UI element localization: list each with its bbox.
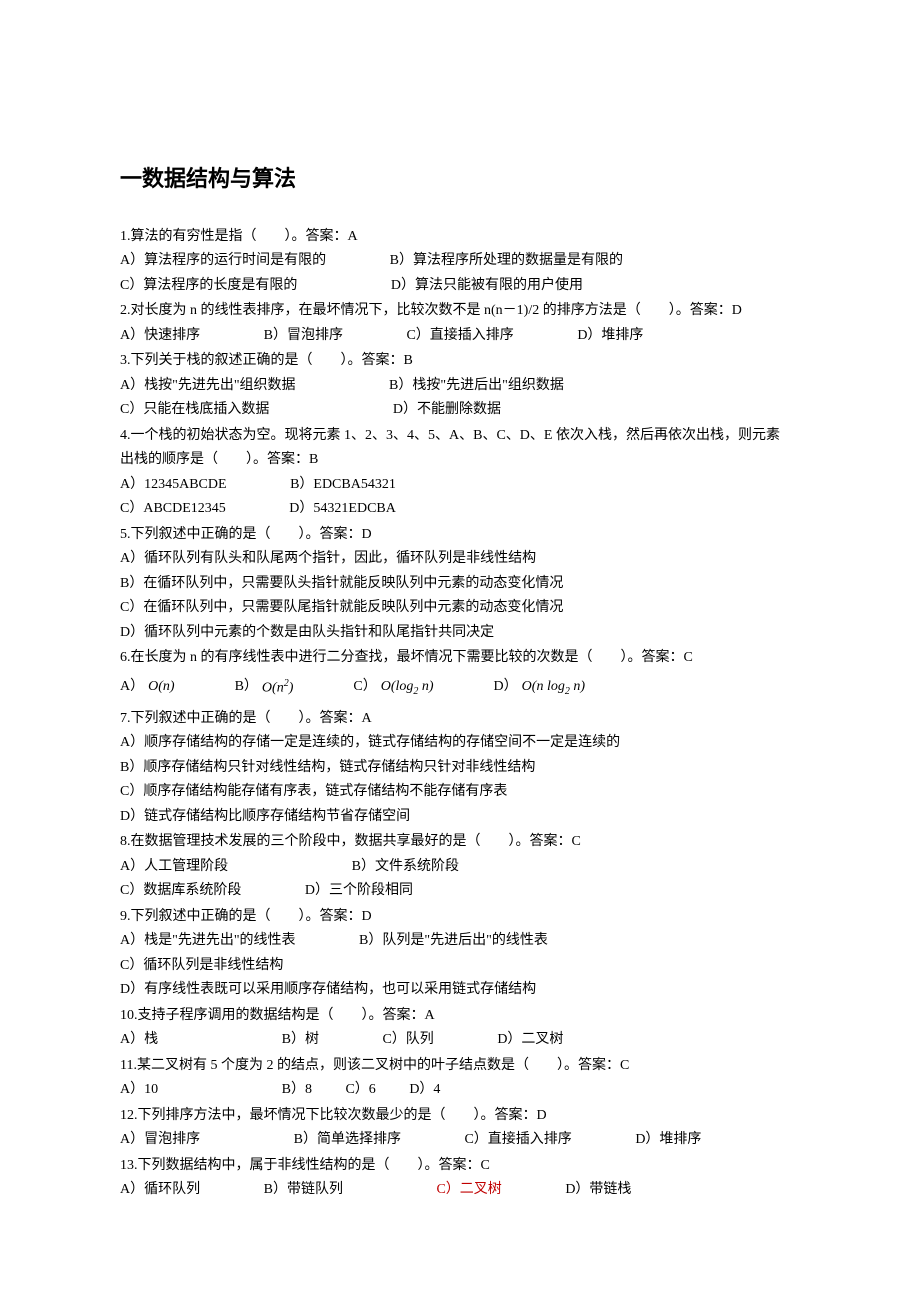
q12-option-b: B）简单选择排序 <box>294 1132 401 1147</box>
q8-option-b: B）文件系统阶段 <box>352 859 459 874</box>
q11-option-b: B）8 <box>282 1082 312 1097</box>
q1-stem: 1.算法的有穷性是指（ ）。答案：A <box>120 225 800 250</box>
q1-option-c: C）算法程序的长度是有限的 <box>120 278 297 293</box>
q6-a-label: A） <box>120 675 144 700</box>
question-12: 12.下列排序方法中，最坏情况下比较次数最少的是（ ）。答案：D A）冒泡排序 … <box>120 1104 800 1153</box>
q10-option-d: D）二叉树 <box>497 1032 563 1047</box>
q1-option-a: A）算法程序的运行时间是有限的 <box>120 253 326 268</box>
q6-c-post: ) <box>429 679 434 694</box>
q8-option-d: D）三个阶段相同 <box>305 883 413 898</box>
q13-option-d: D）带链栈 <box>565 1182 631 1197</box>
question-2: 2.对长度为 n 的线性表排序，在最坏情况下，比较次数不是 n(n－1)/2 的… <box>120 299 800 348</box>
q6-c-n: n <box>418 679 429 694</box>
q6-d-label: D） <box>494 675 518 700</box>
q13-option-b: B）带链队列 <box>264 1182 343 1197</box>
question-5: 5.下列叙述中正确的是（ ）。答案：D A）循环队列有队头和队尾两个指针，因此，… <box>120 523 800 646</box>
q11-stem: 11.某二叉树有 5 个度为 2 的结点，则该二叉树中的叶子结点数是（ ）。答案… <box>120 1054 800 1079</box>
q6-b-n: n <box>277 680 284 695</box>
q4-option-d: D）54321EDCBA <box>289 501 396 516</box>
q11-option-a: A）10 <box>120 1082 158 1097</box>
q10-option-b: B）树 <box>282 1032 319 1047</box>
q2-option-b: B）冒泡排序 <box>264 328 343 343</box>
q4-stem-line1: 4.一个栈的初始状态为空。现将元素 1、2、3、4、5、A、B、C、D、E 依次… <box>120 424 800 449</box>
q11-option-c: C）6 <box>345 1082 375 1097</box>
q6-b-pre: O( <box>262 680 277 695</box>
q4-option-c: C）ABCDE12345 <box>120 501 226 516</box>
question-1: 1.算法的有穷性是指（ ）。答案：A A）算法程序的运行时间是有限的 B）算法程… <box>120 225 800 299</box>
q12-option-a: A）冒泡排序 <box>120 1132 200 1147</box>
q5-stem: 5.下列叙述中正确的是（ ）。答案：D <box>120 523 800 548</box>
q5-option-d: D）循环队列中元素的个数是由队头指针和队尾指针共同决定 <box>120 621 800 646</box>
q5-option-b: B）在循环队列中，只需要队头指针就能反映队列中元素的动态变化情况 <box>120 572 800 597</box>
q1-option-b: B）算法程序所处理的数据量是有限的 <box>390 253 623 268</box>
q10-option-a: A）栈 <box>120 1032 158 1047</box>
q9-option-c: C）循环队列是非线性结构 <box>120 954 800 979</box>
q7-option-c: C）顺序存储结构能存储有序表，链式存储结构不能存储有序表 <box>120 780 800 805</box>
q12-stem: 12.下列排序方法中，最坏情况下比较次数最少的是（ ）。答案：D <box>120 1104 800 1129</box>
q2-stem: 2.对长度为 n 的线性表排序，在最坏情况下，比较次数不是 n(n－1)/2 的… <box>120 299 800 324</box>
q7-option-a: A）顺序存储结构的存储一定是连续的，链式存储结构的存储空间不一定是连续的 <box>120 731 800 756</box>
q6-d-n: n <box>536 679 547 694</box>
q5-option-c: C）在循环队列中，只需要队尾指针就能反映队列中元素的动态变化情况 <box>120 596 800 621</box>
q10-stem: 10.支持子程序调用的数据结构是（ ）。答案：A <box>120 1004 800 1029</box>
q4-option-a: A）12345ABCDE <box>120 477 227 492</box>
q9-option-d: D）有序线性表既可以采用顺序存储结构，也可以采用链式存储结构 <box>120 978 800 1003</box>
question-9: 9.下列叙述中正确的是（ ）。答案：D A）栈是"先进先出"的线性表 B）队列是… <box>120 905 800 1003</box>
q6-b-formula: O(n2) <box>262 675 293 701</box>
section-title: 一数据结构与算法 <box>120 160 800 199</box>
q9-stem: 9.下列叙述中正确的是（ ）。答案：D <box>120 905 800 930</box>
question-8: 8.在数据管理技术发展的三个阶段中，数据共享最好的是（ ）。答案：C A）人工管… <box>120 830 800 904</box>
q7-stem: 7.下列叙述中正确的是（ ）。答案：A <box>120 707 800 732</box>
q13-option-c: C）二叉树 <box>436 1182 501 1197</box>
q6-c-pre: O(log <box>381 679 414 694</box>
q2-option-a: A）快速排序 <box>120 328 200 343</box>
q10-option-c: C）队列 <box>382 1032 433 1047</box>
q2-option-c: C）直接插入排序 <box>406 328 513 343</box>
q7-option-d: D）链式存储结构比顺序存储结构节省存储空间 <box>120 805 800 830</box>
q6-stem: 6.在长度为 n 的有序线性表中进行二分查找，最坏情况下需要比较的次数是（ ）。… <box>120 646 800 671</box>
q6-a-formula: O(n) <box>148 675 174 700</box>
q3-option-d: D）不能删除数据 <box>393 402 501 417</box>
question-4: 4.一个栈的初始状态为空。现将元素 1、2、3、4、5、A、B、C、D、E 依次… <box>120 424 800 522</box>
q6-c-label: C） <box>353 675 376 700</box>
q6-d-pre: O( <box>522 679 537 694</box>
q7-option-b: B）顺序存储结构只针对线性结构，链式存储结构只针对非线性结构 <box>120 756 800 781</box>
question-6: 6.在长度为 n 的有序线性表中进行二分查找，最坏情况下需要比较的次数是（ ）。… <box>120 646 800 701</box>
q6-b-post: ) <box>289 680 294 695</box>
q6-d-n2: n <box>570 679 581 694</box>
q3-option-b: B）栈按"先进后出"组织数据 <box>389 378 564 393</box>
q6-option-c: C） O(log2 n) <box>353 675 433 700</box>
q6-d-post: ) <box>580 679 585 694</box>
q6-d-log: log <box>547 679 565 694</box>
q9-option-b: B）队列是"先进后出"的线性表 <box>359 933 548 948</box>
q6-b-label: B） <box>235 675 258 700</box>
q6-d-formula: O(n log2 n) <box>522 675 585 700</box>
q4-option-b: B）EDCBA54321 <box>290 477 396 492</box>
q1-option-d: D）算法只能被有限的用户使用 <box>391 278 583 293</box>
q2-option-d: D）堆排序 <box>577 328 643 343</box>
q8-option-c: C）数据库系统阶段 <box>120 883 241 898</box>
q13-stem: 13.下列数据结构中，属于非线性结构的是（ ）。答案：C <box>120 1154 800 1179</box>
q11-option-d: D）4 <box>409 1082 440 1097</box>
q13-option-a: A）循环队列 <box>120 1182 200 1197</box>
q4-stem-line2: 出栈的顺序是（ ）。答案：B <box>120 448 800 473</box>
q3-option-a: A）栈按"先进先出"组织数据 <box>120 378 296 393</box>
q12-option-c: C）直接插入排序 <box>464 1132 571 1147</box>
q6-option-a: A） O(n) <box>120 675 175 700</box>
question-11: 11.某二叉树有 5 个度为 2 的结点，则该二叉树中的叶子结点数是（ ）。答案… <box>120 1054 800 1103</box>
q9-option-a: A）栈是"先进先出"的线性表 <box>120 933 296 948</box>
question-10: 10.支持子程序调用的数据结构是（ ）。答案：A A）栈 B）树 C）队列 D）… <box>120 1004 800 1053</box>
q3-option-c: C）只能在栈底插入数据 <box>120 402 269 417</box>
q6-option-d: D） O(n log2 n) <box>494 675 585 700</box>
q5-option-a: A）循环队列有队头和队尾两个指针，因此，循环队列是非线性结构 <box>120 547 800 572</box>
question-7: 7.下列叙述中正确的是（ ）。答案：A A）顺序存储结构的存储一定是连续的，链式… <box>120 707 800 830</box>
q3-stem: 3.下列关于栈的叙述正确的是（ ）。答案：B <box>120 349 800 374</box>
q8-stem: 8.在数据管理技术发展的三个阶段中，数据共享最好的是（ ）。答案：C <box>120 830 800 855</box>
q6-option-b: B） O(n2) <box>235 675 294 701</box>
q12-option-d: D）堆排序 <box>635 1132 701 1147</box>
q8-option-a: A）人工管理阶段 <box>120 859 228 874</box>
q6-c-formula: O(log2 n) <box>381 675 434 700</box>
question-13: 13.下列数据结构中，属于非线性结构的是（ ）。答案：C A）循环队列 B）带链… <box>120 1154 800 1203</box>
question-3: 3.下列关于栈的叙述正确的是（ ）。答案：B A）栈按"先进先出"组织数据 B）… <box>120 349 800 423</box>
